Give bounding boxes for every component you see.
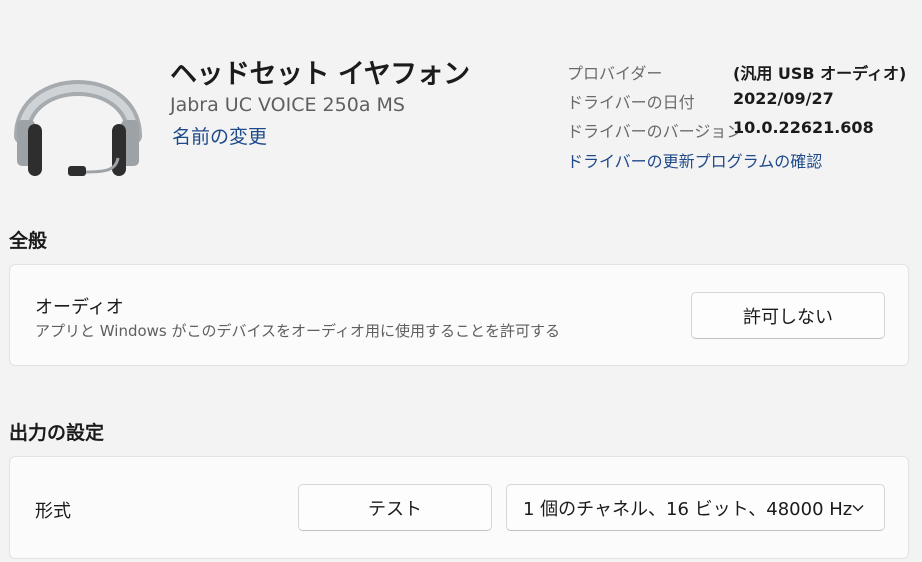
audio-card: オーディオ アプリと Windows がこのデバイスをオーディオ用に使用すること… xyxy=(9,264,909,366)
driver-version-label: ドライバーのバージョン xyxy=(567,122,743,141)
driver-update-link[interactable]: ドライバーの更新プログラムの確認 xyxy=(567,148,822,172)
output-heading: 出力の設定 xyxy=(9,422,105,444)
device-model: Jabra UC VOICE 250a MS xyxy=(170,94,405,116)
driver-date-label: ドライバーの日付 xyxy=(567,93,695,112)
driver-date-value: 2022/09/27 xyxy=(733,89,834,108)
provider-value: (汎用 USB オーディオ) xyxy=(733,64,907,83)
device-name: ヘッドセット イヤフォン xyxy=(170,59,470,90)
rename-link[interactable]: 名前の変更 xyxy=(172,122,267,149)
format-select[interactable]: 1 個のチャネル、16 ビット、48000 Hz xyxy=(506,484,885,531)
audio-description: アプリと Windows がこのデバイスをオーディオ用に使用することを許可する xyxy=(35,322,560,340)
disallow-audio-button[interactable]: 許可しない xyxy=(691,292,885,339)
test-button[interactable]: テスト xyxy=(298,484,492,531)
chevron-down-icon xyxy=(852,504,864,511)
driver-version-value: 10.0.22621.608 xyxy=(733,118,874,137)
format-card: 形式 テスト 1 個のチャネル、16 ビット、48000 Hz xyxy=(9,456,909,559)
provider-label: プロバイダー xyxy=(567,64,663,83)
audio-title: オーディオ xyxy=(35,297,124,318)
general-heading: 全般 xyxy=(9,230,48,252)
format-select-value: 1 個のチャネル、16 ビット、48000 Hz xyxy=(523,498,853,520)
headset-icon xyxy=(14,80,142,176)
format-label: 形式 xyxy=(35,501,71,522)
